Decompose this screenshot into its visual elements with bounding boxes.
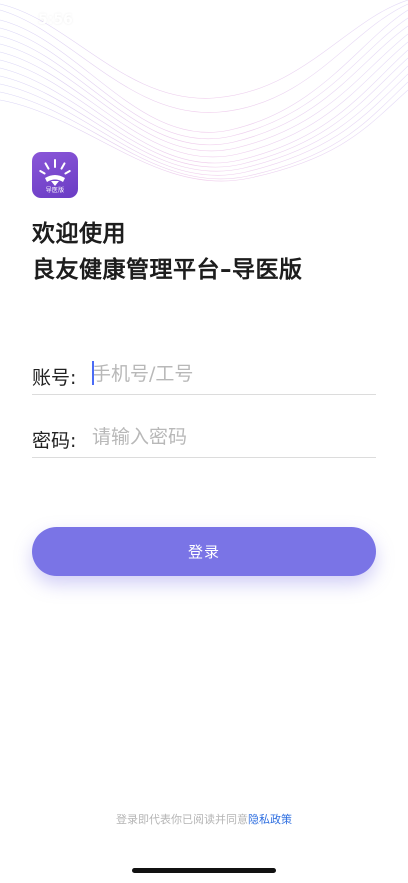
agreement-notice: 登录即代表你已阅读并同意隐私政策: [0, 811, 408, 827]
account-input[interactable]: [92, 359, 372, 389]
app-name-title: 良友健康管理平台–导医版: [32, 257, 303, 283]
password-input[interactable]: [92, 422, 372, 452]
logo-caption: 导医版: [45, 187, 65, 194]
privacy-policy-link[interactable]: 隐私政策: [248, 813, 292, 826]
password-field-row: 密码:: [32, 418, 376, 458]
account-label: 账号:: [32, 367, 77, 389]
account-field-row: 账号:: [32, 355, 376, 395]
brand-logo-icon: 导医版: [32, 152, 78, 198]
home-indicator[interactable]: [132, 868, 276, 873]
welcome-title: 欢迎使用: [32, 221, 126, 247]
password-label: 密码:: [32, 430, 77, 452]
text-caret: [92, 361, 94, 385]
agreement-text: 登录即代表你已阅读并同意: [116, 813, 248, 826]
login-screen: 5:56 导医版 欢迎使用 良友健康管理平台–导医版 账号: 密码: 登录 登录…: [0, 0, 408, 883]
status-time: 5:56: [38, 12, 73, 28]
wave-background: [0, 0, 408, 182]
login-button[interactable]: 登录: [32, 527, 376, 576]
